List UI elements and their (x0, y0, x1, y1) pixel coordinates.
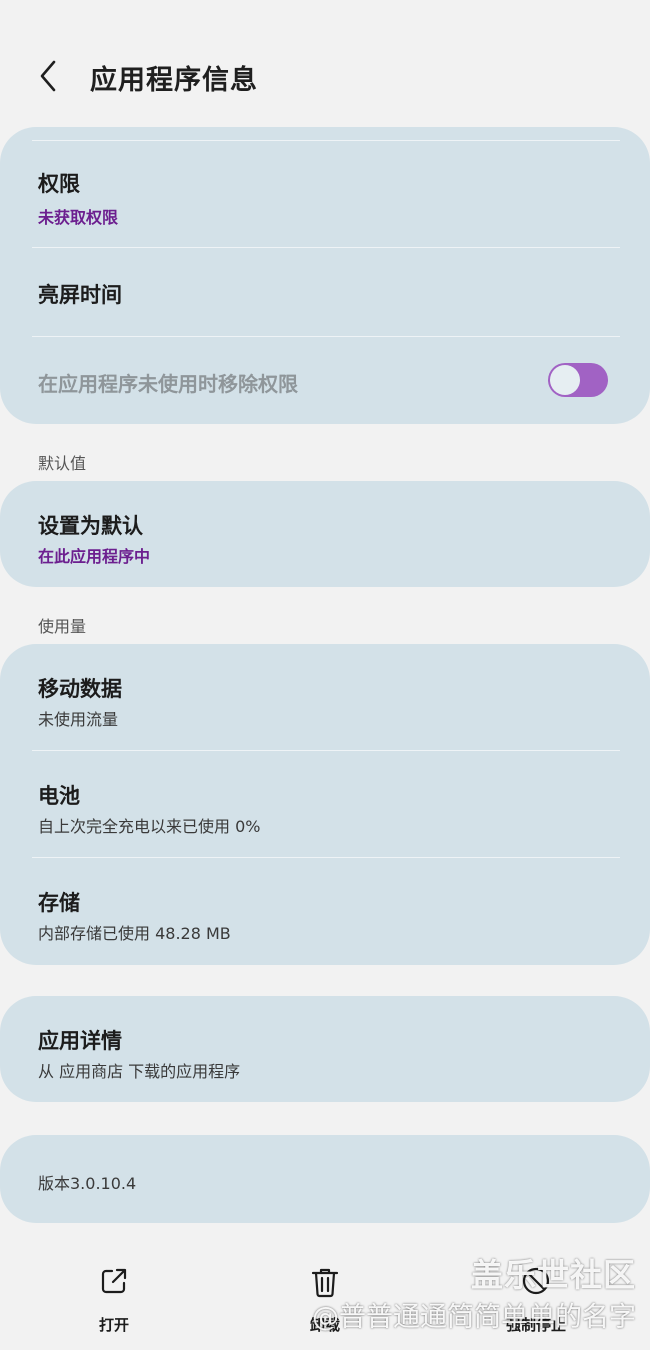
version-card: 版本3.0.10.4 (0, 1135, 650, 1223)
set-default-row[interactable]: 设置为默认 在此应用程序中 (0, 481, 650, 587)
app-details-title: 应用详情 (38, 1029, 122, 1053)
battery-row[interactable]: 电池 自上次完全充电以来已使用 0% (0, 751, 650, 857)
page-title: 应用程序信息 (90, 65, 258, 96)
app-details-card: 应用详情 从 应用商店 下载的应用程序 (0, 996, 650, 1102)
remove-permissions-label: 在应用程序未使用时移除权限 (38, 372, 298, 396)
mobile-data-title: 移动数据 (38, 677, 122, 701)
app-details-sub: 从 应用商店 下载的应用程序 (38, 1062, 241, 1081)
trash-icon (311, 1268, 339, 1298)
mobile-data-sub: 未使用流量 (38, 710, 119, 729)
set-default-title: 设置为默认 (38, 514, 143, 538)
battery-sub: 自上次完全充电以来已使用 0% (38, 817, 261, 836)
mobile-data-row[interactable]: 移动数据 未使用流量 (0, 644, 650, 750)
battery-title: 电池 (38, 784, 80, 808)
usage-section-label: 使用量 (38, 617, 87, 636)
open-button[interactable]: 打开 (54, 1262, 174, 1342)
header: 应用程序信息 (0, 0, 650, 130)
back-button[interactable] (30, 56, 70, 96)
permissions-status: 未获取权限 (38, 208, 119, 227)
permissions-row[interactable]: 权限 未获取权限 (0, 141, 650, 247)
permissions-title: 权限 (38, 172, 80, 196)
version-label: 版本3.0.10.4 (38, 1174, 137, 1193)
open-external-icon (101, 1268, 127, 1294)
defaults-section-label: 默认值 (38, 454, 87, 473)
remove-permissions-row: 在应用程序未使用时移除权限 (0, 337, 650, 424)
toggle-knob (550, 365, 580, 395)
storage-row[interactable]: 存储 内部存储已使用 48.28 MB (0, 858, 650, 965)
set-default-sub: 在此应用程序中 (38, 547, 151, 566)
permissions-card: 权限 未获取权限 亮屏时间 在应用程序未使用时移除权限 (0, 127, 650, 424)
remove-permissions-toggle[interactable] (548, 363, 608, 397)
app-info-screen: 应用程序信息 权限 未获取权限 亮屏时间 在应用程序未使用时移除权限 默认值 设… (0, 0, 650, 1350)
usage-card: 移动数据 未使用流量 电池 自上次完全充电以来已使用 0% 存储 内部存储已使用… (0, 644, 650, 965)
storage-title: 存储 (38, 891, 80, 915)
open-label: 打开 (98, 1316, 129, 1334)
app-details-row[interactable]: 应用详情 从 应用商店 下载的应用程序 (0, 996, 650, 1102)
watermark-user: @普普通通简简单单的名字 (312, 1302, 636, 1333)
defaults-card: 设置为默认 在此应用程序中 (0, 481, 650, 587)
screen-time-row[interactable]: 亮屏时间 (0, 248, 650, 336)
storage-sub: 内部存储已使用 48.28 MB (38, 924, 231, 943)
screen-time-title: 亮屏时间 (38, 283, 122, 307)
chevron-left-icon (40, 60, 56, 92)
watermark-brand: 盖乐世社区 (470, 1256, 636, 1294)
